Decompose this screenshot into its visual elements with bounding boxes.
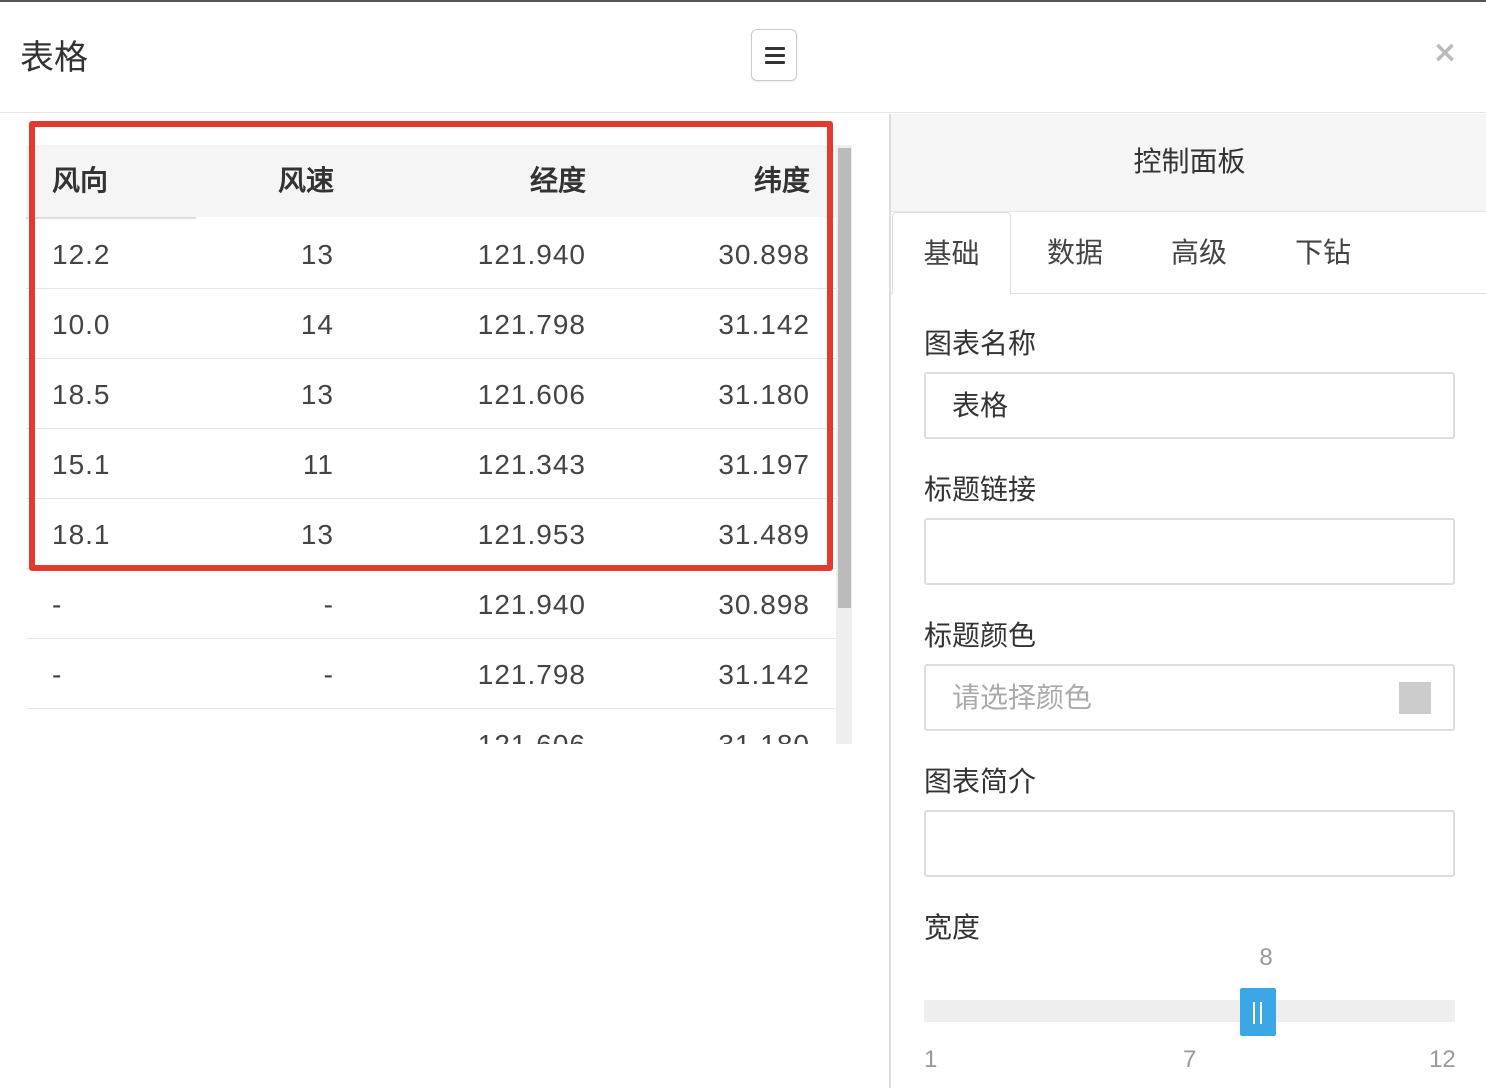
dialog-header: 表格 × xyxy=(0,2,1486,113)
table-cell: 121.343 xyxy=(477,449,586,480)
chart-description-input[interactable] xyxy=(924,810,1455,877)
table-cell: - xyxy=(196,709,334,744)
tab-advanced[interactable]: 高级 xyxy=(1139,212,1259,294)
table-cell: 121.940 xyxy=(477,239,586,270)
table-cell: 13 xyxy=(300,379,334,410)
table-row: - - 121.940 30.898 xyxy=(26,569,836,639)
close-icon[interactable]: × xyxy=(1430,36,1460,70)
table-cell: 14 xyxy=(300,309,334,340)
table-cell: 15.1 xyxy=(52,449,111,480)
width-label: 宽度 xyxy=(924,911,981,944)
table-cell: 18.1 xyxy=(52,519,111,550)
table-cell: 31.180 xyxy=(606,709,810,744)
table-cell: 11 xyxy=(302,449,334,480)
table-cell: 18.5 xyxy=(52,379,111,410)
column-header-wind-speed[interactable]: 风速 xyxy=(196,145,334,215)
table-row: 12.2 13 121.940 30.898 xyxy=(26,219,836,289)
hamburger-icon xyxy=(765,61,785,64)
table-row: 10.0 14 121.798 31.142 xyxy=(26,289,836,359)
table-row: - - 121.798 31.142 xyxy=(26,639,836,709)
table-cell: 31.197 xyxy=(718,449,810,480)
hamburger-icon xyxy=(765,47,785,50)
table-cell: 121.798 xyxy=(477,309,586,340)
table-cell: 31.142 xyxy=(718,659,810,690)
table-scrollbar-thumb[interactable] xyxy=(838,148,851,608)
width-slider-max: 12 xyxy=(1429,1046,1456,1073)
width-slider-min: 1 xyxy=(924,1046,938,1073)
table-row: 18.5 13 121.606 31.180 xyxy=(26,359,836,429)
table-cell: 13 xyxy=(300,239,334,270)
tab-drilldown[interactable]: 下钻 xyxy=(1263,212,1383,294)
table-cell: - xyxy=(323,589,334,620)
width-slider-value: 8 xyxy=(1259,944,1273,971)
hamburger-icon xyxy=(765,54,785,57)
table-cell: 13 xyxy=(300,519,334,550)
control-panel: 控制面板 基础 数据 高级 下钻 图表名称 表格 标题链接 标题颜色 请选择颜色… xyxy=(889,114,1486,1088)
title-color-label: 标题颜色 xyxy=(924,619,1037,652)
table-cell: 121.940 xyxy=(477,589,586,620)
control-panel-title: 控制面板 xyxy=(1133,145,1246,178)
table-row: 18.1 13 121.953 31.489 xyxy=(26,499,836,569)
table-cell: 12.2 xyxy=(52,239,111,270)
table-cell: - xyxy=(52,709,192,744)
table-cell: 30.898 xyxy=(718,239,810,270)
width-slider-track[interactable] xyxy=(924,1000,1455,1022)
table-row: - - 121.606 31.180 xyxy=(26,709,836,744)
tab-data[interactable]: 数据 xyxy=(1015,212,1135,294)
table-row: 15.1 11 121.343 31.197 xyxy=(26,429,836,499)
color-swatch-icon[interactable] xyxy=(1399,682,1431,714)
menu-button[interactable] xyxy=(751,29,797,81)
column-header-wind-direction[interactable]: 风向 xyxy=(52,145,192,215)
table-cell: - xyxy=(52,659,63,690)
title-color-placeholder: 请选择颜色 xyxy=(952,681,1093,714)
page-title: 表格 xyxy=(20,38,88,78)
tab-basic[interactable]: 基础 xyxy=(892,212,1011,295)
data-table: 风向 风速 经度 纬度 12.2 13 121.940 30.898 10.0 … xyxy=(26,145,852,744)
chart-description-label: 图表简介 xyxy=(924,765,1037,798)
table-cell: 31.142 xyxy=(718,309,810,340)
column-header-latitude[interactable]: 纬度 xyxy=(606,145,810,215)
width-slider-handle[interactable] xyxy=(1240,988,1276,1036)
column-header-longitude[interactable]: 经度 xyxy=(356,145,586,215)
table-cell: 30.898 xyxy=(718,589,810,620)
title-link-input[interactable] xyxy=(924,518,1455,585)
table-cell: 31.180 xyxy=(718,379,810,410)
width-slider-mid: 7 xyxy=(1183,1046,1197,1073)
table-cell: 121.798 xyxy=(477,659,586,690)
table-cell: - xyxy=(52,589,63,620)
table-cell: 121.953 xyxy=(477,519,586,550)
table-cell: - xyxy=(323,659,334,690)
title-color-picker[interactable]: 请选择颜色 xyxy=(924,664,1455,731)
grip-line-icon xyxy=(1260,1002,1262,1024)
control-panel-header: 控制面板 xyxy=(891,114,1486,212)
chart-name-label: 图表名称 xyxy=(924,327,1037,360)
chart-name-input[interactable]: 表格 xyxy=(924,372,1455,439)
control-panel-tabs: 基础 数据 高级 下钻 xyxy=(891,212,1486,295)
grip-line-icon xyxy=(1253,1002,1255,1024)
table-header-row: 风向 风速 经度 纬度 xyxy=(26,145,836,217)
table-cell: 10.0 xyxy=(52,309,111,340)
title-link-label: 标题链接 xyxy=(924,473,1037,506)
table-cell: 121.606 xyxy=(477,379,586,410)
table-cell: 121.606 xyxy=(356,709,586,744)
table-cell: 31.489 xyxy=(718,519,810,550)
